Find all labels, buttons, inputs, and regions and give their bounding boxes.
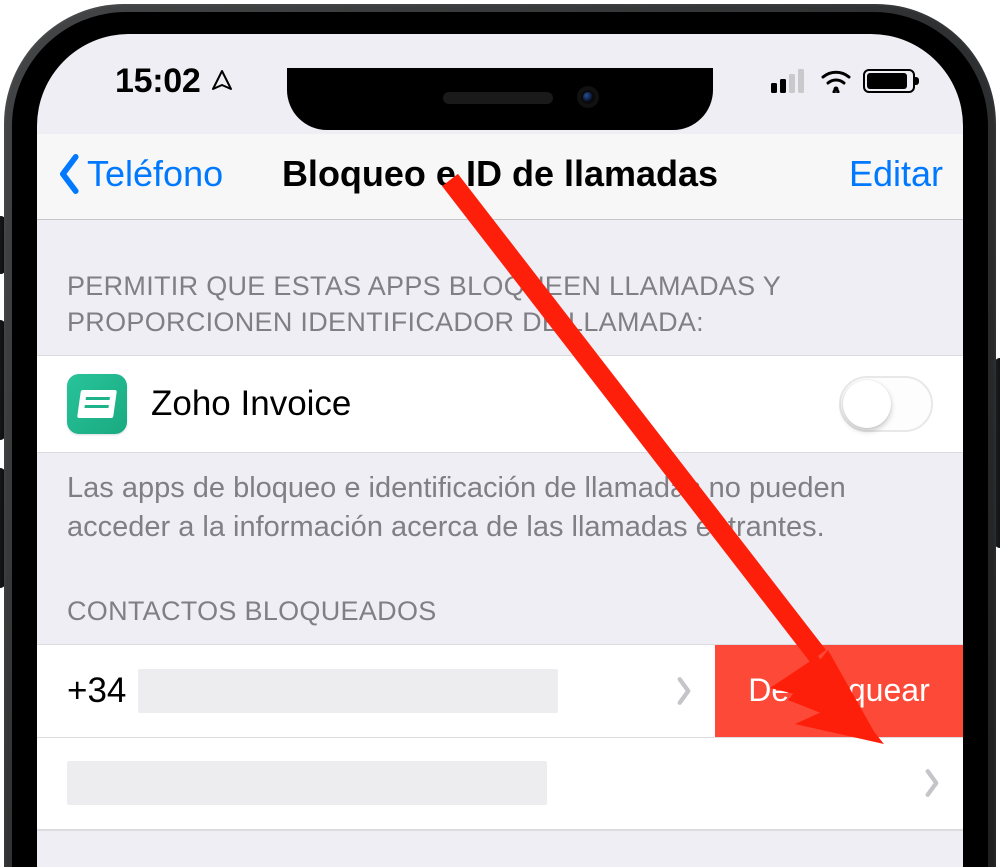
blocked-section-header: CONTACTOS BLOQUEADOS — [37, 557, 963, 643]
chevron-left-icon — [57, 154, 83, 194]
unblock-button[interactable]: Desbloquear — [715, 645, 963, 737]
apps-section-footer: Las apps de bloqueo e identificación de … — [37, 453, 963, 557]
status-time-text: 15:02 — [115, 62, 200, 101]
divider — [37, 830, 963, 831]
zoho-invoice-icon — [67, 374, 127, 434]
wifi-icon — [819, 69, 853, 93]
speaker-icon — [443, 92, 553, 104]
notch — [287, 68, 713, 130]
back-button[interactable]: Teléfono — [57, 153, 223, 195]
apps-section-header: PERMITIR QUE ESTAS APPS BLOQUEEN LLAMADA… — [37, 220, 963, 355]
status-time: 15:02 — [81, 62, 234, 101]
edit-button[interactable]: Editar — [849, 153, 943, 195]
chevron-right-icon — [923, 768, 941, 798]
chevron-right-icon — [675, 676, 693, 706]
blocked-number-prefix: +34 — [37, 671, 126, 711]
device-mockup: 15:02 Teléfono Bloqueo e ID de llamadas … — [0, 0, 1000, 867]
content: PERMITIR QUE ESTAS APPS BLOQUEEN LLAMADA… — [37, 220, 963, 867]
cellular-icon — [771, 69, 809, 93]
location-icon — [210, 69, 234, 93]
battery-icon — [863, 69, 915, 93]
camera-icon — [577, 86, 599, 108]
app-name: Zoho Invoice — [151, 384, 839, 424]
redacted-number — [67, 761, 547, 805]
blocked-contact-row[interactable]: +34 Desbloquear — [37, 644, 963, 738]
nav-bar: Teléfono Bloqueo e ID de llamadas Editar — [37, 134, 963, 220]
back-label: Teléfono — [87, 153, 223, 195]
redacted-number — [138, 669, 558, 713]
app-toggle[interactable] — [839, 376, 933, 432]
blocked-contact-row[interactable] — [37, 738, 963, 830]
app-row[interactable]: Zoho Invoice — [37, 355, 963, 453]
screen: 15:02 Teléfono Bloqueo e ID de llamadas … — [37, 34, 963, 867]
page-title: Bloqueo e ID de llamadas — [282, 153, 718, 195]
